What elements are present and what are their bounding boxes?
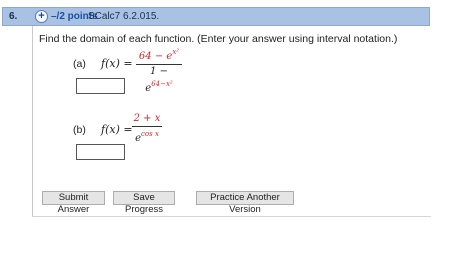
part-a-answer-input[interactable] [76, 78, 125, 94]
part-a-denominator: 1 − e64−x² [145, 66, 173, 94]
plus-circle-icon[interactable]: + [35, 10, 48, 23]
part-a-label: (a) [73, 58, 86, 70]
part-a-numerator: 64 − ex² [138, 48, 180, 62]
question-source: SCalc7 6.2.015. [88, 11, 160, 22]
part-b-label: (b) [73, 124, 86, 136]
question-body [32, 26, 431, 217]
part-b-fraction: 2 + x ecos x [132, 113, 162, 145]
practice-another-version-button[interactable]: Practice Another Version [196, 191, 294, 215]
question-header: 6. + –/2 points SCalc7 6.2.015. [2, 7, 430, 26]
instructions-text: Find the domain of each function. (Enter… [39, 33, 398, 45]
part-a-function-name: f(x) = [101, 57, 133, 70]
submit-answer-button[interactable]: Submit Answer [42, 191, 105, 215]
save-progress-button[interactable]: Save Progress [113, 191, 175, 215]
part-b-denominator: ecos x [135, 130, 159, 144]
part-b-answer-input[interactable] [76, 144, 125, 160]
part-b-numerator: 2 + x [133, 113, 161, 124]
part-b-function-name: f(x) = [101, 123, 133, 136]
question-number: 6. [9, 11, 18, 22]
part-a-fraction: 64 − ex² 1 − e64−x² [136, 46, 182, 95]
